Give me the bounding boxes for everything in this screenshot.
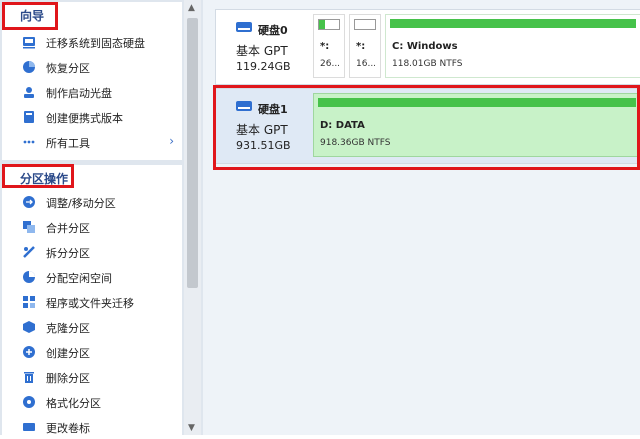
disk-row-0[interactable]: 硬盘0 基本 GPT 119.24GB *: 26... *: 16... C:… bbox=[215, 9, 640, 85]
partition-label: *: bbox=[320, 41, 330, 52]
sidebar-item-label: 调整/移动分区 bbox=[46, 197, 116, 210]
partition-size: 26... bbox=[320, 59, 341, 69]
sidebar-item-portable-version[interactable]: 创建便携式版本 bbox=[2, 105, 182, 129]
hard-disk-icon bbox=[236, 22, 252, 32]
portable-version-icon bbox=[24, 111, 34, 123]
split-partition-icon bbox=[23, 246, 35, 258]
sidebar-item-create[interactable]: 创建分区 bbox=[2, 340, 182, 364]
highlight-disk1-row bbox=[213, 85, 640, 170]
sidebar-item-label: 创建分区 bbox=[46, 347, 90, 360]
sidebar-item-allocate-space[interactable]: 分配空闲空间 bbox=[2, 265, 182, 289]
sidebar-scrollbar[interactable]: ▲ ▼ bbox=[184, 0, 201, 435]
sidebar-item-change-label[interactable]: 更改卷标 bbox=[2, 415, 182, 439]
sidebar-item-label: 合并分区 bbox=[46, 222, 90, 235]
sidebar-item-label: 迁移系统到固态硬盘 bbox=[46, 37, 145, 50]
disk-size: 119.24GB bbox=[236, 60, 291, 73]
disk-name: 硬盘0 bbox=[258, 24, 288, 37]
sidebar-item-label: 程序或文件夹迁移 bbox=[46, 297, 134, 310]
sidebar-item-label: 格式化分区 bbox=[46, 397, 101, 410]
sidebar-item-label: 恢复分区 bbox=[46, 62, 90, 75]
sidebar-item-merge[interactable]: 合并分区 bbox=[2, 215, 182, 239]
sidebar-item-clone[interactable]: 克隆分区 bbox=[2, 315, 182, 339]
sidebar-item-app-mover[interactable]: 程序或文件夹迁移 bbox=[2, 290, 182, 314]
sidebar-item-recover-partition[interactable]: 恢复分区 bbox=[2, 55, 182, 79]
sidebar-item-migrate-os[interactable]: 迁移系统到固态硬盘 bbox=[2, 30, 182, 54]
sidebar: 向导 迁移系统到固态硬盘 恢复分区 制作启动光盘 创建便携式版本 所有工具 › … bbox=[0, 0, 203, 435]
sidebar-item-label: 所有工具 bbox=[46, 137, 90, 150]
merge-partition-icon bbox=[23, 221, 35, 233]
scroll-up-arrow-icon[interactable]: ▲ bbox=[188, 3, 195, 13]
resize-partition-icon bbox=[23, 196, 35, 208]
sidebar-item-label: 拆分分区 bbox=[46, 247, 90, 260]
sidebar-item-delete[interactable]: 删除分区 bbox=[2, 365, 182, 389]
scroll-thumb[interactable] bbox=[187, 18, 198, 288]
migrate-disk-icon bbox=[23, 37, 35, 49]
sidebar-item-resize-move[interactable]: 调整/移动分区 bbox=[2, 190, 182, 214]
create-partition-icon bbox=[23, 346, 35, 358]
sidebar-item-label: 克隆分区 bbox=[46, 322, 90, 335]
disk-type: 基本 GPT bbox=[236, 44, 288, 58]
partition-block-c[interactable]: C: Windows 118.01GB NTFS bbox=[385, 14, 640, 78]
sidebar-item-label: 制作启动光盘 bbox=[46, 87, 112, 100]
scroll-down-arrow-icon[interactable]: ▼ bbox=[188, 423, 195, 433]
partition-block[interactable]: *: 26... bbox=[313, 14, 345, 78]
sidebar-item-format[interactable]: 格式化分区 bbox=[2, 390, 182, 414]
partition-ops-panel: 分区操作 调整/移动分区 合并分区 拆分分区 分配空闲空间 程序或文件夹迁移 克… bbox=[2, 165, 182, 435]
disk-map-area: 硬盘0 基本 GPT 119.24GB *: 26... *: 16... C:… bbox=[203, 0, 640, 435]
sidebar-item-all-tools[interactable]: 所有工具 › bbox=[2, 130, 182, 154]
usage-bar bbox=[318, 19, 340, 30]
usage-bar bbox=[354, 19, 376, 30]
partition-label: *: bbox=[356, 41, 366, 52]
partition-block[interactable]: *: 16... bbox=[349, 14, 381, 78]
highlight-guide-title bbox=[2, 2, 58, 30]
sidebar-item-label: 更改卷标 bbox=[46, 422, 90, 435]
chevron-right-icon: › bbox=[169, 134, 174, 148]
change-label-icon bbox=[23, 423, 35, 431]
more-dots-icon bbox=[23, 140, 35, 144]
usage-fill bbox=[319, 20, 325, 29]
disk-info: 硬盘0 基本 GPT 119.24GB bbox=[226, 16, 311, 78]
highlight-partition-ops-title bbox=[2, 164, 74, 188]
sidebar-item-label: 创建便携式版本 bbox=[46, 112, 123, 125]
format-partition-icon bbox=[23, 396, 35, 408]
sidebar-item-label: 删除分区 bbox=[46, 372, 90, 385]
sidebar-item-label: 分配空闲空间 bbox=[46, 272, 112, 285]
delete-partition-icon bbox=[24, 372, 34, 383]
sidebar-item-split[interactable]: 拆分分区 bbox=[2, 240, 182, 264]
partition-label: C: Windows bbox=[392, 41, 458, 52]
allocate-space-icon bbox=[23, 271, 35, 283]
partition-size: 16... bbox=[356, 59, 377, 69]
boot-disc-icon bbox=[24, 87, 34, 98]
usage-bar bbox=[390, 19, 636, 28]
partition-recovery-icon bbox=[23, 61, 35, 73]
partition-size: 118.01GB NTFS bbox=[392, 59, 463, 69]
clone-partition-icon bbox=[23, 321, 35, 333]
sidebar-item-boot-disc[interactable]: 制作启动光盘 bbox=[2, 80, 182, 104]
app-mover-icon bbox=[23, 296, 35, 308]
